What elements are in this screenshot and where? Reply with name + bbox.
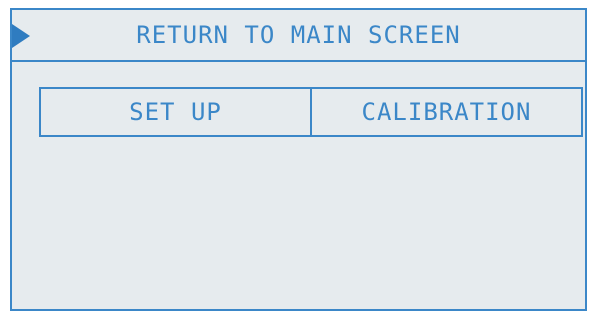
header-title[interactable]: RETURN TO MAIN SCREEN xyxy=(48,10,549,60)
calibration-button[interactable]: CALIBRATION xyxy=(312,89,581,135)
display-screen: RETURN TO MAIN SCREEN SET UP CALIBRATION xyxy=(10,8,587,311)
return-to-main-screen-button[interactable]: RETURN TO MAIN SCREEN xyxy=(12,10,585,62)
selection-arrow-icon xyxy=(12,24,30,48)
set-up-button[interactable]: SET UP xyxy=(41,89,312,135)
menu-row: SET UP CALIBRATION xyxy=(39,87,583,137)
